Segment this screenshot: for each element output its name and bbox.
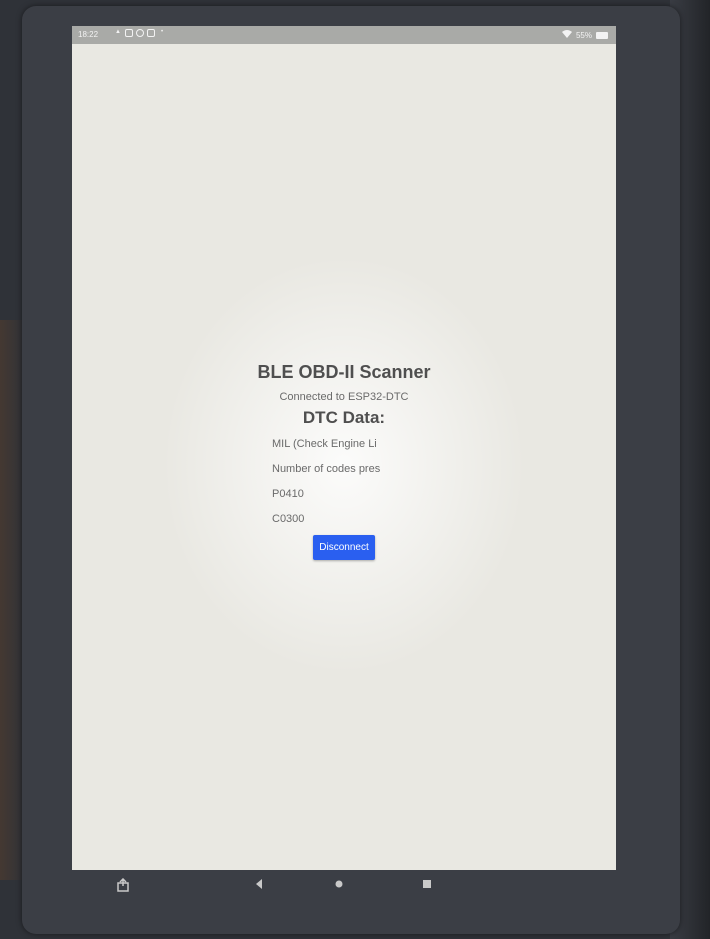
screenshot-icon[interactable] xyxy=(116,877,130,895)
status-notification-icons: ▲ • xyxy=(114,29,166,37)
status-time: 18:22 xyxy=(78,30,99,39)
notification-icon xyxy=(125,29,133,37)
dtc-item-code-count: Number of codes pres xyxy=(272,463,381,475)
dtc-item-code: P0410 xyxy=(272,488,304,500)
dtc-item-mil: MIL (Check Engine Li xyxy=(272,438,377,450)
dtc-list: MIL (Check Engine Li Number of codes pre… xyxy=(244,437,444,526)
dtc-item-code: C0300 xyxy=(272,513,305,525)
status-right: 55% xyxy=(561,30,608,40)
warning-icon: ▲ xyxy=(115,29,121,35)
recents-icon[interactable] xyxy=(422,878,432,893)
notification-icon xyxy=(147,29,155,37)
battery-text: 55% xyxy=(575,30,592,40)
navigation-bar xyxy=(72,870,616,910)
dot-icon: • xyxy=(160,29,164,35)
disconnect-button[interactable]: Disconnect xyxy=(313,535,375,560)
dtc-heading: DTC Data: xyxy=(302,408,386,427)
app-title: BLE OBD-II Scanner xyxy=(257,362,431,382)
wifi-icon xyxy=(561,30,572,40)
main-content: BLE OBD-II Scanner Connected to ESP32-DT… xyxy=(72,360,616,560)
device-screen: 18:22 ▲ • 55% BLE OBD-II Scanner Connect… xyxy=(72,26,616,870)
circle-icon xyxy=(136,29,144,37)
back-icon[interactable] xyxy=(254,878,264,893)
battery-icon xyxy=(596,31,608,39)
status-bar: 18:22 ▲ • 55% xyxy=(72,26,616,44)
connection-status: Connected to ESP32-DTC xyxy=(279,391,409,403)
home-icon[interactable] xyxy=(334,878,344,893)
